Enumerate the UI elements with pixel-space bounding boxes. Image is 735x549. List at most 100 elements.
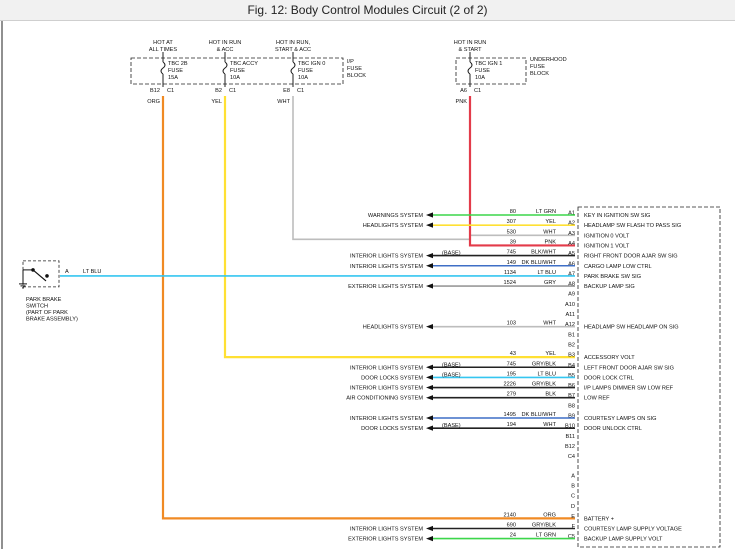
fuse-label: TBC 2B (168, 61, 188, 67)
fuse-label: FUSE (168, 68, 183, 74)
circuit-number: 307 (507, 219, 516, 225)
fuse-pin-label: A6 (460, 88, 467, 94)
bcm-pin-label: B8 (568, 403, 575, 409)
fuse-pin-label: B12 (150, 88, 160, 94)
underhood-fuse-block-label: FUSE (530, 64, 545, 70)
bcm-pin-label: B1 (568, 332, 575, 338)
circuit-number: 745 (507, 361, 516, 367)
bcm-pin-label: B11 (565, 434, 575, 440)
wire-color-label: GRY/BLK (532, 523, 556, 529)
arrow-icon (426, 525, 433, 532)
fuse-label: 10A (298, 75, 308, 81)
arrow-icon (426, 415, 433, 421)
bcm-function-label: I/P LAMPS DIMMER SW LOW REF (584, 386, 674, 392)
fuse-label: TBC IGN 0 (298, 61, 325, 67)
wire-color-label: WHT (543, 422, 556, 428)
circuit-number: 279 (507, 392, 516, 398)
arrow-icon (426, 222, 433, 228)
fuse-label: 15A (168, 75, 178, 81)
base-label: (BASE) (442, 372, 461, 378)
wire-color-label: DK BLU/WHT (522, 412, 557, 418)
system-label: INTERIOR LIGHTS SYSTEM (350, 527, 423, 533)
fuse-label: FUSE (230, 68, 245, 74)
fuse-header-text: HOT IN RUN, (276, 40, 311, 46)
bcm-pin-label: A11 (565, 312, 575, 318)
fuse-label: FUSE (298, 68, 313, 74)
system-label: HEADLIGHTS SYSTEM (363, 223, 424, 229)
circuit-number: 745 (507, 250, 516, 256)
bcm-pin-label: A4 (568, 241, 575, 247)
switch-label: PARK BRAKE (26, 297, 62, 303)
bcm-pin-label: B3 (568, 353, 575, 359)
bcm-function-label: IGNITION 1 VOLT (584, 243, 630, 249)
bcm-pin-label: C4 (568, 454, 575, 460)
bcm-function-label: COURTESY LAMP SUPPLY VOLTAGE (584, 527, 682, 533)
wire-color-label: LT GRN (536, 209, 556, 215)
arrow-icon (426, 324, 433, 330)
bcm-function-label: LEFT FRONT DOOR AJAR SW SIG (584, 365, 674, 371)
wiring-diagram: I/PFUSEBLOCKUNDERHOODFUSEBLOCKHOT ATALL … (1, 21, 721, 549)
bcm-pin-label: D (571, 504, 575, 510)
wire-color-label: LT BLU (538, 270, 556, 276)
wire-color-label: BLK (545, 392, 556, 398)
fuse-connector-label: C1 (474, 88, 481, 94)
bcm-pin-label: E (571, 514, 575, 520)
fuse-connector-label: C1 (297, 88, 304, 94)
system-label: INTERIOR LIGHTS SYSTEM (350, 254, 423, 260)
circuit-number: 195 (507, 371, 516, 377)
wire-color-label: WHT (543, 229, 556, 235)
diagram-canvas: Fig. 12: Body Control Modules Circuit (2… (0, 0, 735, 549)
bcm-function-label: LOW REF (584, 396, 610, 402)
park-brake-switch-outline (22, 260, 60, 288)
fuse-pin-label: B2 (215, 88, 222, 94)
circuit-number: 39 (510, 239, 516, 245)
wire-color-label: LT BLU (83, 269, 101, 275)
fuse-connector-label: C1 (167, 88, 174, 94)
wire-color-label: PNK (544, 239, 556, 245)
system-label: INTERIOR LIGHTS SYSTEM (350, 386, 423, 392)
bcm-pin-label: B (571, 484, 575, 490)
fuse-icon (222, 61, 228, 75)
system-label: DOOR LOCKS SYSTEM (361, 426, 423, 432)
circuit-number: 1495 (504, 412, 516, 418)
underhood-fuse-block-label: UNDERHOOD (530, 57, 567, 63)
wire-color-label: YEL (211, 99, 222, 105)
system-label: WARNINGS SYSTEM (368, 213, 423, 219)
circuit-number: 2140 (504, 512, 516, 518)
bcm-pin-label: A3 (568, 231, 575, 237)
bcm-function-label: HEADLAMP SW HEADLAMP ON SIG (584, 325, 679, 331)
fuse-label: 10A (230, 75, 240, 81)
base-label: (BASE) (442, 423, 461, 429)
circuit-number: 80 (510, 209, 516, 215)
arrow-icon (426, 253, 433, 259)
bcm-function-label: BATTERY + (584, 516, 614, 522)
wire-color-label: BLK/WHT (531, 250, 556, 256)
fuse-header-text: HOT IN RUN (454, 40, 487, 46)
circuit-number: 1524 (504, 280, 516, 286)
bcm-function-label: RIGHT FRONT DOOR AJAR SW SIG (584, 254, 678, 260)
ip-fuse-block-label: BLOCK (347, 73, 366, 79)
arrow-icon (426, 364, 433, 370)
bcm-pin-label: A10 (565, 302, 575, 308)
system-label: AIR CONDITIONING SYSTEM (346, 396, 423, 402)
circuit-number: 24 (510, 533, 516, 539)
wire-color-label: LT BLU (538, 371, 556, 377)
bcm-function-label: PARK BRAKE SW SIG (584, 274, 641, 280)
fuse-header-text: HOT IN RUN (209, 40, 242, 46)
circuit-number: 530 (507, 229, 516, 235)
bcm-pin-label: C (571, 494, 575, 500)
wire-color-label: YEL (545, 351, 556, 357)
wire-color-label: GRY/BLK (532, 382, 556, 388)
wire-color-label: ORG (543, 512, 556, 518)
system-label: HEADLIGHTS SYSTEM (363, 325, 424, 331)
system-label: DOOR LOCKS SYSTEM (361, 375, 423, 381)
circuit-number: 103 (507, 321, 516, 327)
switch-contact-icon (45, 274, 49, 278)
switch-blade-icon (32, 269, 47, 282)
circuit-number: 43 (510, 351, 516, 357)
wire-color-label: WHT (277, 99, 290, 105)
arrow-icon (426, 212, 433, 218)
bcm-function-label: HEADLAMP SW FLASH TO PASS SIG (584, 223, 681, 229)
bcm-function-label: KEY IN IGNITION SW SIG (584, 213, 650, 219)
ip-fuse-block-label: FUSE (347, 66, 362, 72)
